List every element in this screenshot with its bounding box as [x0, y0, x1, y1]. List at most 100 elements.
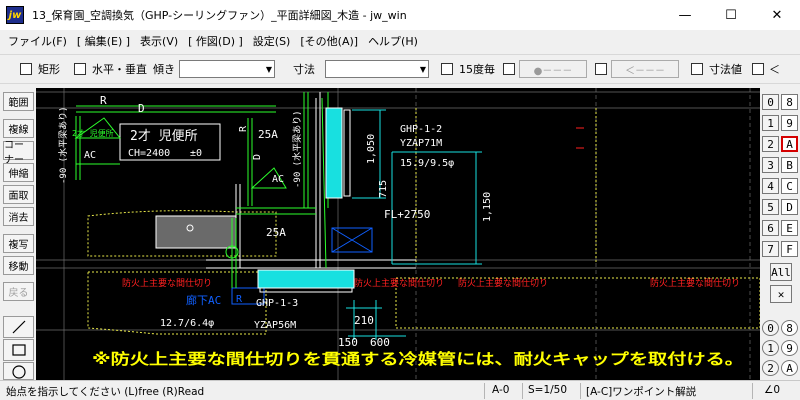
menu-draw[interactable]: [ 作図(D) ]	[184, 33, 247, 49]
layer-circle-2[interactable]: 2	[762, 360, 779, 376]
snap-b-checkbox[interactable]	[595, 63, 607, 75]
label-unit1-name: GHP-1-2	[400, 124, 442, 135]
hv-checkbox[interactable]	[74, 63, 86, 75]
maximize-button[interactable]: ☐	[708, 0, 754, 30]
deg15-checkbox[interactable]	[441, 63, 453, 75]
layer-circle-A[interactable]: A	[781, 360, 798, 376]
layer-button-6[interactable]: 6	[762, 220, 779, 236]
layer-panel: 0 8 1 9 2 A 3 B 4 C 5 D 6 E 7 F All ✕ 0 …	[760, 88, 800, 380]
tool-copy-button[interactable]: 複写	[3, 234, 34, 253]
window-title: 13_保育園_空調換気（GHP-シーリングファン）_平面詳細図_木造 - jw_…	[32, 9, 407, 22]
label-firewall-1: 防火上主要な間仕切り	[122, 277, 212, 289]
tilt-combo[interactable]: ▼	[179, 60, 275, 78]
status-bar: 始点を指示してください (L)free (R)Read A-0 S=1/50 […	[0, 380, 800, 400]
layer-circle-0[interactable]: 0	[762, 320, 779, 336]
rect-tool-button[interactable]	[3, 339, 34, 361]
minimize-button[interactable]: —	[662, 0, 708, 30]
snap-b-button[interactable]: ＜－－－	[611, 60, 679, 78]
status-angle[interactable]: ∠0	[764, 384, 780, 396]
drawing-canvas[interactable]: R D 2才 児便所 AC 2才 児便所 CH=2400 ±0 -90 (水平梁…	[36, 88, 760, 380]
label-R-low: R	[236, 294, 243, 305]
layer-circle-8[interactable]: 8	[781, 320, 798, 336]
layer-button-3[interactable]: 3	[762, 157, 779, 173]
layer-group-9[interactable]: 9	[781, 115, 798, 131]
rect-checkbox[interactable]	[20, 63, 32, 75]
layer-button-5[interactable]: 5	[762, 199, 779, 215]
app-icon[interactable]: jw	[6, 6, 24, 24]
dimval-label: 寸法値	[709, 63, 742, 76]
label-beam-mid: -90 (水平梁あり)	[291, 110, 303, 188]
layer-group-D[interactable]: D	[781, 199, 798, 215]
label-level: ±0	[190, 148, 202, 159]
title-bar: jw 13_保育園_空調換気（GHP-シーリングファン）_平面詳細図_木造 - …	[0, 0, 800, 30]
layer-clear-button[interactable]: ✕	[770, 285, 792, 303]
dim-combo[interactable]: ▼	[325, 60, 429, 78]
line-tool-button[interactable]	[3, 316, 34, 338]
tool-stretch-button[interactable]: 伸縮	[3, 163, 34, 182]
left-tool-panel: 範囲 複線 コーナー 伸縮 面取 消去 複写 移動 戻る	[0, 88, 36, 380]
cad-annotations: R D 2才 児便所 AC 2才 児便所 CH=2400 ±0 -90 (水平梁…	[57, 94, 744, 368]
menu-other[interactable]: [その他(A)]	[296, 33, 362, 49]
status-scale[interactable]: S=1/50	[528, 384, 567, 396]
rectangle-icon	[11, 344, 26, 356]
tool-corner-button[interactable]: コーナー	[3, 140, 34, 166]
tool-chamfer-button[interactable]: 面取	[3, 185, 34, 204]
label-dim-1150: 1,150	[482, 192, 493, 222]
dimval-checkbox[interactable]	[691, 63, 703, 75]
label-firewall-3: 防火上主要な間仕切り	[458, 277, 548, 289]
label-dim-1050: 1,050	[366, 134, 377, 164]
tool-options-bar: 矩形 水平・垂直 傾き ▼ 寸法 ▼ 15度毎 ●－－－ ＜－－－ 寸法値 ＜	[0, 54, 800, 84]
layer-all-button[interactable]: All	[770, 263, 792, 281]
layer-button-1[interactable]: 1	[762, 115, 779, 131]
circle-tool-button[interactable]	[3, 362, 34, 380]
menu-file[interactable]: ファイル(F)	[4, 33, 71, 49]
tool-erase-button[interactable]: 消去	[3, 207, 34, 226]
snap-a-button[interactable]: ●－－－	[519, 60, 587, 78]
layer-group-B[interactable]: B	[781, 157, 798, 173]
tilt-label: 傾き	[153, 63, 175, 76]
deg15-label: 15度毎	[459, 63, 495, 76]
menu-settings[interactable]: 設定(S)	[249, 33, 295, 49]
label-dim-600: 600	[370, 336, 390, 349]
status-divider	[580, 383, 581, 399]
label-room-name: 2才 児便所	[130, 129, 198, 144]
label-firewall-2: 防火上主要な間仕切り	[354, 277, 444, 289]
layer-button-4[interactable]: 4	[762, 178, 779, 194]
layer-circle-1[interactable]: 1	[762, 340, 779, 356]
last-checkbox[interactable]	[752, 63, 764, 75]
label-pipe-25A-1: 25A	[258, 128, 278, 141]
tool-undo-button[interactable]: 戻る	[3, 282, 34, 301]
hv-label: 水平・垂直	[92, 63, 147, 76]
layer-button-2[interactable]: 2	[762, 136, 779, 152]
menu-view[interactable]: 表示(V)	[136, 33, 182, 49]
layer-group-E[interactable]: E	[781, 220, 798, 236]
snap-a-checkbox[interactable]	[503, 63, 515, 75]
status-divider	[522, 383, 523, 399]
label-AC-left: AC	[84, 150, 96, 161]
label-D-top: D	[138, 102, 145, 115]
menu-edit[interactable]: [ 編集(E) ]	[73, 33, 134, 49]
layer-group-A[interactable]: A	[781, 136, 798, 152]
layer-circle-9[interactable]: 9	[781, 340, 798, 356]
label-ceiling-height: CH=2400	[128, 148, 170, 159]
label-D-mid: D	[252, 154, 263, 160]
layer-button-7[interactable]: 7	[762, 241, 779, 257]
layer-group-8[interactable]: 8	[781, 94, 798, 110]
label-unit2-pipe: 12.7/6.4φ	[160, 318, 214, 329]
menu-bar: ファイル(F) [ 編集(E) ] 表示(V) [ 作図(D) ] 設定(S) …	[0, 30, 800, 52]
menu-help[interactable]: ヘルプ(H)	[364, 33, 422, 49]
status-message: 始点を指示してください (L)free (R)Read	[6, 386, 205, 398]
rect-label: 矩形	[38, 63, 60, 76]
status-divider	[484, 383, 485, 399]
tool-range-button[interactable]: 範囲	[3, 92, 34, 111]
label-pipe-25A-2: 25A	[266, 226, 286, 239]
layer-button-0[interactable]: 0	[762, 94, 779, 110]
label-dim-210: 210	[354, 314, 374, 327]
close-button[interactable]: ✕	[754, 0, 800, 30]
layer-group-C[interactable]: C	[781, 178, 798, 194]
status-tip[interactable]: [A-C]ワンポイント解説	[586, 384, 696, 399]
tool-move-button[interactable]: 移動	[3, 256, 34, 275]
dim-label: 寸法	[293, 63, 315, 76]
status-layer[interactable]: A-0	[492, 384, 509, 396]
layer-group-F[interactable]: F	[781, 241, 798, 257]
